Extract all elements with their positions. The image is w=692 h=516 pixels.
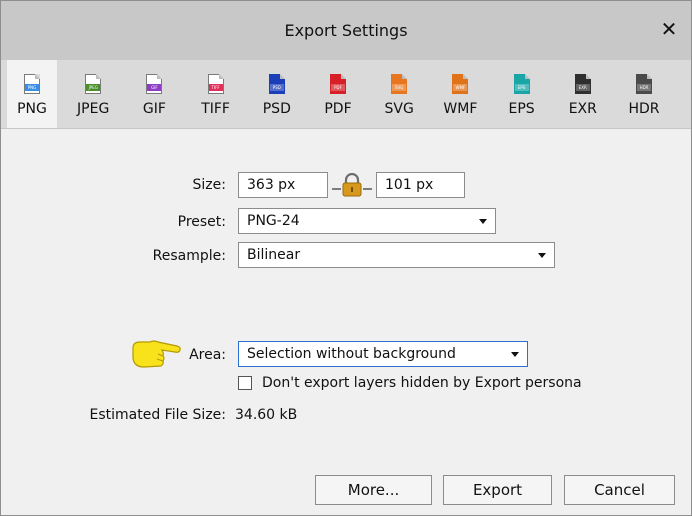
format-tabs: PNG PNG JPEG JPEG GIF GIF TIFF TIFF PSD PSD PDF PDF…: [1, 60, 691, 129]
file-icon-badge: JPEG: [86, 84, 101, 91]
file-icon-badge: PNG: [25, 84, 39, 91]
tab-wmf[interactable]: WMF WMF: [435, 60, 485, 128]
file-size-value: 34.60 kB: [235, 407, 298, 423]
wmf-file-icon: WMF: [452, 74, 469, 94]
file-icon-badge: SVG: [392, 84, 407, 91]
tab-tiff[interactable]: TIFF TIFF: [191, 60, 241, 128]
area-label: Area:: [189, 347, 226, 363]
area-value: Selection without background: [247, 346, 456, 362]
file-icon-badge: HDR: [637, 84, 651, 91]
tab-svg[interactable]: SVG SVG: [374, 60, 424, 128]
chevron-down-icon: [479, 219, 487, 224]
area-select[interactable]: Selection without background: [238, 341, 528, 367]
tab-label: GIF: [142, 101, 166, 117]
export-settings-dialog: Export Settings ✕ PNG PNG JPEG JPEG GIF GIF TI…: [0, 0, 692, 516]
svg-file-icon: SVG: [391, 74, 408, 94]
tab-label: TIFF: [201, 101, 230, 117]
resample-select[interactable]: Bilinear: [238, 242, 555, 268]
file-icon-badge: GIF: [147, 84, 162, 91]
tab-label: WMF: [443, 101, 478, 117]
close-button[interactable]: ✕: [657, 17, 681, 41]
eps-file-icon: EPS: [513, 74, 530, 94]
height-input[interactable]: 101 px: [376, 172, 465, 198]
tab-jpeg[interactable]: JPEG JPEG: [68, 60, 118, 128]
tab-label: JPEG: [77, 101, 110, 117]
tab-label: PSD: [262, 101, 291, 117]
tab-label: EPS: [508, 101, 535, 117]
tab-gif[interactable]: GIF GIF: [129, 60, 179, 128]
hidden-layers-label[interactable]: Don't export layers hidden by Export per…: [262, 375, 582, 391]
resample-value: Bilinear: [247, 247, 301, 263]
chevron-down-icon: [511, 352, 519, 357]
file-icon-badge: EXR: [575, 84, 590, 91]
jpeg-file-icon: JPEG: [85, 74, 102, 94]
tab-png[interactable]: PNG PNG: [7, 60, 57, 128]
tab-label: EXR: [568, 101, 597, 117]
tab-eps[interactable]: EPS EPS: [497, 60, 547, 128]
hdr-file-icon: HDR: [636, 74, 652, 94]
tab-label: PNG: [17, 101, 47, 117]
resample-label: Resample:: [152, 248, 226, 264]
cancel-button[interactable]: Cancel: [564, 475, 675, 505]
png-file-icon: PNG: [24, 74, 40, 94]
export-button[interactable]: Export: [443, 475, 552, 505]
tiff-file-icon: TIFF: [207, 74, 224, 94]
tab-label: SVG: [384, 101, 414, 117]
lock-icon[interactable]: [332, 173, 372, 197]
tab-label: HDR: [628, 101, 660, 117]
more-button[interactable]: More...: [315, 475, 432, 505]
file-icon-badge: PDF: [331, 84, 345, 91]
tab-hdr[interactable]: HDR HDR: [619, 60, 669, 128]
exr-file-icon: EXR: [574, 74, 591, 94]
file-icon-badge: EPS: [514, 84, 529, 91]
width-input[interactable]: 363 px: [238, 172, 328, 198]
file-icon-badge: WMF: [453, 84, 468, 91]
tab-pdf[interactable]: PDF PDF: [313, 60, 363, 128]
preset-select[interactable]: PNG-24: [238, 208, 496, 234]
file-size-label: Estimated File Size:: [89, 407, 226, 423]
file-icon-badge: TIFF: [208, 84, 223, 91]
tab-label: PDF: [324, 101, 352, 117]
tab-psd[interactable]: PSD PSD: [252, 60, 302, 128]
title-bar: Export Settings ✕: [1, 1, 691, 60]
chevron-down-icon: [538, 253, 546, 258]
psd-file-icon: PSD: [268, 74, 285, 94]
tab-exr[interactable]: EXR EXR: [558, 60, 608, 128]
pdf-file-icon: PDF: [330, 74, 346, 94]
preset-label: Preset:: [177, 214, 226, 230]
gif-file-icon: GIF: [146, 74, 163, 94]
hidden-layers-checkbox[interactable]: [238, 376, 252, 390]
preset-value: PNG-24: [247, 213, 300, 229]
dialog-title: Export Settings: [284, 21, 408, 40]
size-label: Size:: [192, 177, 226, 193]
file-icon-badge: PSD: [269, 84, 284, 91]
